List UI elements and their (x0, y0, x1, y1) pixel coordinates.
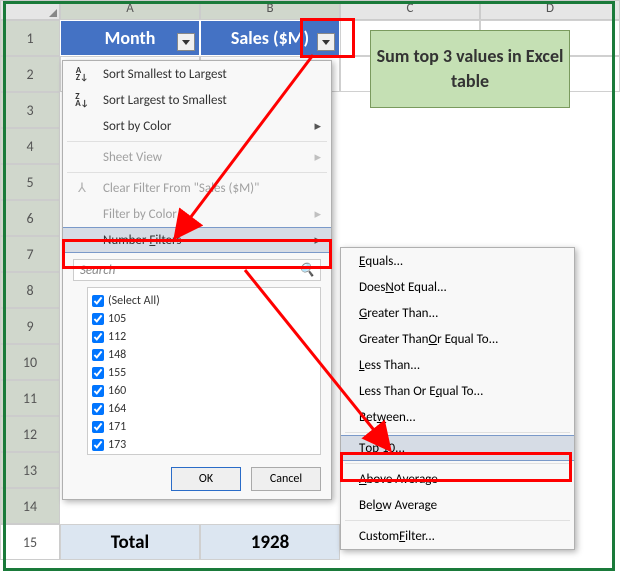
checkbox[interactable] (92, 313, 104, 325)
table-header-month[interactable]: Month (60, 20, 200, 56)
cancel-button[interactable]: Cancel (251, 467, 321, 491)
menu-label: Number Filters (103, 233, 181, 248)
rownum[interactable]: 10 (0, 344, 60, 380)
column-headers: A B C D (60, 0, 620, 20)
menu-label: Filter by Color (103, 207, 177, 222)
number-filters-submenu: Equals... Does Not Equal... Greater Than… (340, 247, 575, 550)
sort-by-color[interactable]: Sort by Color ▸ (63, 113, 331, 139)
colhead-D[interactable]: D (480, 0, 620, 20)
checkbox[interactable] (92, 421, 104, 433)
filter-greater-eq[interactable]: Greater Than Or Equal To... (341, 326, 574, 352)
table-header-label: Month (105, 27, 156, 49)
filter-not-equal[interactable]: Does Not Equal... (341, 274, 574, 300)
filter-dropdown-icon[interactable] (177, 33, 195, 51)
rownum[interactable]: 1 (0, 20, 60, 56)
checkbox[interactable] (92, 331, 104, 343)
table-header-sales[interactable]: Sales ($M) (200, 20, 340, 56)
separator (67, 172, 327, 173)
check-label: 112 (108, 330, 126, 344)
check-label: 160 (108, 384, 126, 398)
rownum[interactable]: 14 (0, 488, 60, 524)
check-label: 105 (108, 312, 126, 326)
check-label: 148 (108, 348, 126, 362)
sort-asc[interactable]: AZ↓ Sort Smallest to Largest (63, 61, 331, 87)
search-icon: 🔍 (299, 263, 315, 278)
rownum[interactable]: 3 (0, 92, 60, 128)
clear-filter: ⅄ Clear Filter From "Sales ($M)" (63, 175, 331, 201)
rownum[interactable]: 4 (0, 128, 60, 164)
submenu-arrow-icon: ▸ (314, 207, 321, 222)
number-filters[interactable]: Number Filters ▸ (63, 227, 331, 253)
filter-menu: AZ↓ Sort Smallest to Largest ZA↓ Sort La… (62, 60, 332, 500)
ok-button[interactable]: OK (171, 467, 241, 491)
check-label: 164 (108, 402, 126, 416)
rownum[interactable]: 13 (0, 452, 60, 488)
annotation-callout: Sum top 3 values in Excel table (370, 30, 570, 108)
row-headers: 1 2 3 4 5 6 7 8 9 10 11 12 13 14 15 (0, 20, 60, 560)
filter-less-eq[interactable]: Less Than Or Equal To... (341, 378, 574, 404)
filter-less[interactable]: Less Than... (341, 352, 574, 378)
check-label: 171 (108, 420, 126, 434)
filter-equals[interactable]: Equals... (341, 248, 574, 274)
rownum[interactable]: 6 (0, 200, 60, 236)
submenu-arrow-icon: ▸ (314, 233, 321, 248)
filter-above-avg[interactable]: Above Average (341, 466, 574, 492)
menu-label: Sheet View (103, 150, 162, 165)
checkbox[interactable] (92, 295, 104, 307)
filter-search[interactable]: Search 🔍 (73, 259, 321, 281)
clear-filter-icon: ⅄ (73, 181, 91, 196)
checkbox[interactable] (92, 385, 104, 397)
checkbox[interactable] (92, 403, 104, 415)
submenu-arrow-icon: ▸ (314, 119, 321, 134)
select-all-cell[interactable] (0, 0, 60, 20)
menu-label: Sort Largest to Smallest (103, 93, 227, 108)
filter-checklist[interactable]: (Select All) 105 112 148 155 160 164 171… (87, 287, 321, 455)
total-row: Total 1928 (60, 524, 340, 560)
separator (345, 520, 570, 521)
filter-dropdown-icon[interactable] (317, 33, 335, 51)
filter-custom[interactable]: Custom Filter... (341, 523, 574, 549)
filter-greater[interactable]: Greater Than... (341, 300, 574, 326)
checkbox[interactable] (92, 367, 104, 379)
table-header-label: Sales ($M) (231, 27, 309, 49)
sort-desc-icon: ZA↓ (73, 93, 91, 107)
colhead-A[interactable]: A (60, 0, 200, 20)
menu-label: Sort Smallest to Largest (103, 67, 227, 82)
sort-desc[interactable]: ZA↓ Sort Largest to Smallest (63, 87, 331, 113)
rownum[interactable]: 15 (0, 524, 60, 560)
separator (345, 463, 570, 464)
total-label: Total (60, 524, 200, 560)
rownum[interactable]: 11 (0, 380, 60, 416)
filter-below-avg[interactable]: Below Average (341, 492, 574, 518)
rownum[interactable]: 12 (0, 416, 60, 452)
sheet-view: Sheet View ▸ (63, 144, 331, 170)
search-placeholder: Search (80, 263, 115, 278)
filter-top10[interactable]: Top 10... (341, 435, 574, 461)
separator (67, 141, 327, 142)
rownum[interactable]: 2 (0, 56, 60, 92)
menu-label: Clear Filter From "Sales ($M)" (103, 181, 259, 196)
check-label: (Select All) (108, 294, 160, 308)
menu-label: Sort by Color (103, 119, 171, 134)
check-label: 173 (108, 438, 126, 452)
rownum[interactable]: 5 (0, 164, 60, 200)
rownum[interactable]: 8 (0, 272, 60, 308)
filter-between[interactable]: Between... (341, 404, 574, 430)
submenu-arrow-icon: ▸ (314, 150, 321, 165)
checkbox[interactable] (92, 349, 104, 361)
rownum[interactable]: 9 (0, 308, 60, 344)
colhead-B[interactable]: B (200, 0, 340, 20)
sort-asc-icon: AZ↓ (73, 67, 91, 81)
colhead-C[interactable]: C (340, 0, 480, 20)
checkbox[interactable] (92, 439, 104, 451)
rownum[interactable]: 7 (0, 236, 60, 272)
check-label: 155 (108, 366, 126, 380)
total-value: 1928 (200, 524, 340, 560)
separator (345, 432, 570, 433)
filter-by-color: Filter by Color ▸ (63, 201, 331, 227)
